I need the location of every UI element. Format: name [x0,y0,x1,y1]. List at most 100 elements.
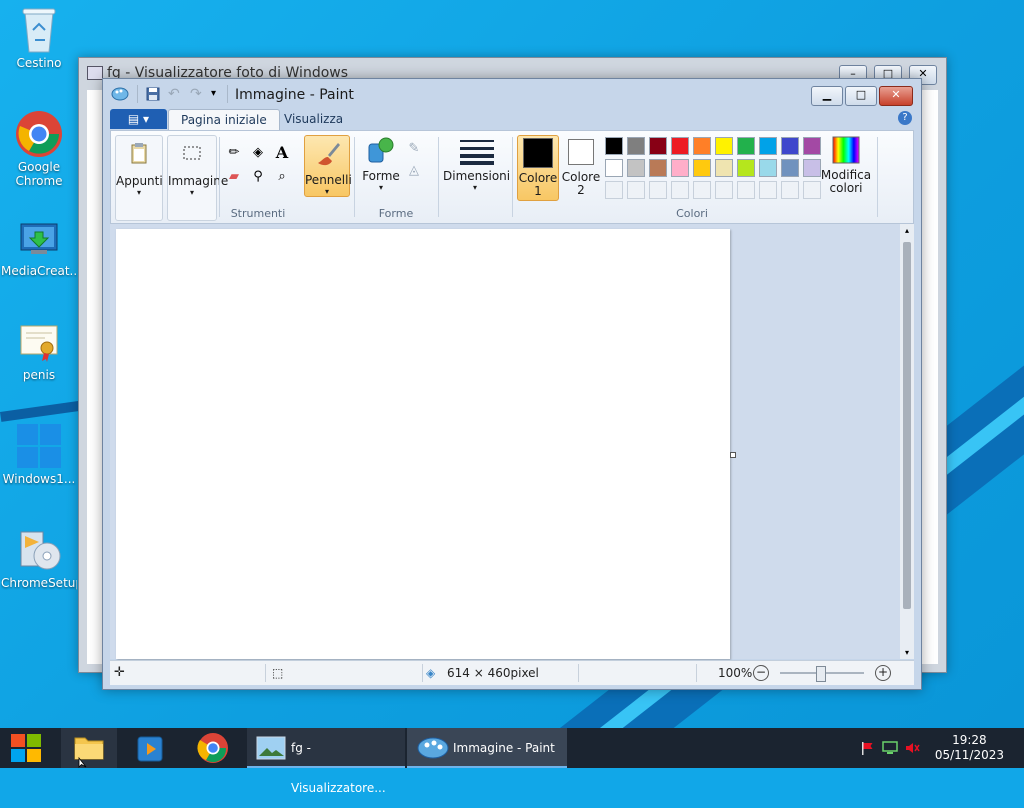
clipboard-label: Appunti [116,174,163,188]
paint-titlebar[interactable]: ↶ ↷ ▾ Immagine - Paint ▁ □ ✕ [103,79,921,109]
zoom-out-button[interactable]: − [753,665,769,681]
magnifier-icon[interactable]: ⌕ [272,167,292,187]
palette-swatch[interactable] [671,159,689,177]
color1-label: Colore 1 [518,171,558,198]
color1-button[interactable]: Colore 1 [517,135,559,201]
desktop-icon-chrome[interactable]: Google Chrome [1,110,77,188]
taskbar-task-paint[interactable]: Immagine - Paint [407,728,567,768]
edit-colors-button[interactable]: Modifica colori [819,135,873,195]
desktop-icon-recycle-bin[interactable]: Cestino [1,6,77,70]
palette-swatch[interactable] [737,159,755,177]
drawing-canvas[interactable] [116,229,730,659]
select-icon [177,140,207,170]
outline-icon[interactable]: ✎ [404,139,424,159]
palette-swatch[interactable] [759,159,777,177]
desktop-icon-label: ChromeSetup [1,576,77,590]
help-icon[interactable]: ? [898,111,912,125]
custom-color-slot[interactable] [649,181,667,199]
vertical-scrollbar[interactable]: ▴ ▾ [900,224,914,659]
resize-handle-right[interactable] [730,452,736,458]
palette-swatch[interactable] [649,159,667,177]
taskbar-task-photo-viewer[interactable]: fg - Visualizzatore... [247,728,405,795]
color2-swatch [568,139,594,165]
save-icon[interactable] [146,87,160,101]
desktop-icon-penis[interactable]: penis [1,318,77,382]
chrome-icon [197,733,228,763]
desktop-icon-label: MediaCreat... [1,264,77,278]
task-label: fg - Visualizzatore... [291,741,386,795]
chevron-down-icon: ▾ [136,188,141,197]
palette-swatch[interactable] [715,137,733,155]
palette-swatch[interactable] [693,137,711,155]
start-button[interactable] [0,728,54,768]
redo-icon[interactable]: ↷ [190,87,204,101]
size-button[interactable]: Dimensioni ▾ [443,135,510,192]
custom-color-slot[interactable] [759,181,777,199]
custom-color-slot[interactable] [605,181,623,199]
custom-color-slot[interactable] [781,181,799,199]
palette-swatch[interactable] [671,137,689,155]
tab-home[interactable]: Pagina iniziale [168,109,280,131]
desktop-icon-label: Google Chrome [15,160,63,188]
desktop-icon-chromesetup[interactable]: ChromeSetup [1,526,77,590]
undo-icon[interactable]: ↶ [168,87,182,101]
minimize-button[interactable]: ▁ [811,86,843,106]
zoom-slider-thumb[interactable] [816,666,826,682]
brushes-button[interactable]: Pennelli ▾ [304,135,352,197]
palette-swatch[interactable] [737,137,755,155]
ribbon-separator [438,137,439,217]
palette-swatch[interactable] [649,137,667,155]
pencil-icon[interactable]: ✏ [224,143,244,163]
color2-button[interactable]: Colore 2 [561,135,601,199]
palette-swatch[interactable] [627,137,645,155]
scroll-down-icon[interactable]: ▾ [900,648,914,657]
close-button[interactable]: ✕ [879,86,913,106]
zoom-in-button[interactable]: + [875,665,891,681]
custom-color-slot[interactable] [737,181,755,199]
scroll-up-icon[interactable]: ▴ [900,226,914,235]
eraser-icon[interactable]: ▰ [224,167,244,187]
palette-swatch[interactable] [605,159,623,177]
system-clock[interactable]: 19:28 05/11/2023 [935,733,1004,763]
status-separator [578,664,579,682]
maximize-button[interactable]: □ [845,86,877,106]
palette-swatch[interactable] [781,159,799,177]
chevron-down-icon: ▾ [324,187,329,196]
custom-color-slot[interactable] [627,181,645,199]
paint-window[interactable]: ↶ ↷ ▾ Immagine - Paint ▁ □ ✕ ▤ ▾ Pagina … [102,78,922,690]
colors-group-label: Colori [676,207,708,220]
palette-swatch[interactable] [759,137,777,155]
custom-color-slot[interactable] [715,181,733,199]
palette-swatch[interactable] [781,137,799,155]
brushes-label: Pennelli [305,173,352,187]
palette-swatch[interactable] [693,159,711,177]
volume-muted-icon[interactable] [905,741,921,755]
custom-color-slot[interactable] [693,181,711,199]
fill-icon[interactable]: ◈ [248,143,268,163]
paint-title: Immagine - Paint [235,87,354,103]
taskbar-media-player[interactable] [123,728,179,768]
shapes-button[interactable]: Forme ▾ [361,135,401,192]
color-picker-icon[interactable]: ⚲ [248,167,268,187]
custom-color-slot[interactable] [671,181,689,199]
ribbon-separator [354,137,355,217]
file-menu-button[interactable]: ▤ ▾ [110,109,167,129]
tab-view[interactable]: Visualizza [272,109,355,130]
network-icon[interactable] [882,741,898,755]
taskbar-file-explorer[interactable] [61,728,117,768]
palette-swatch[interactable] [627,159,645,177]
scrollbar-thumb[interactable] [903,242,911,609]
palette-swatch[interactable] [715,159,733,177]
desktop-icon-windows[interactable]: Windows1... [1,422,77,486]
desktop-icon-media-creation[interactable]: MediaCreat... [1,214,77,278]
fill-shape-icon[interactable]: ◬ [404,161,424,181]
action-center-flag-icon[interactable] [860,741,874,755]
photo-viewer-icon [256,736,286,760]
image-button[interactable]: Immagine ▾ [167,135,228,221]
taskbar-chrome[interactable] [185,728,241,768]
clipboard-button[interactable]: Appunti ▾ [115,135,163,221]
customize-dropdown-icon[interactable]: ▾ [211,87,221,101]
palette-swatch[interactable] [605,137,623,155]
windows-logo-icon [15,422,63,470]
text-icon[interactable]: A [272,143,292,163]
